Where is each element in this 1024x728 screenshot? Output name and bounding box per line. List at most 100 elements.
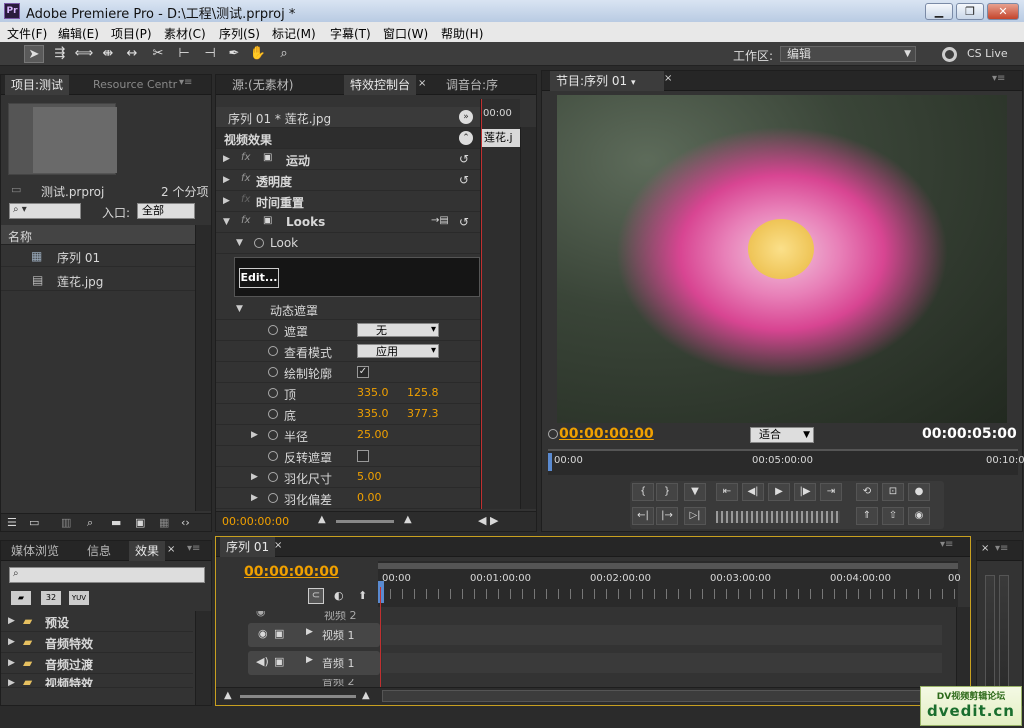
32bit-filter-icon[interactable]: 32 [41,591,61,605]
stopwatch-icon[interactable] [268,493,278,503]
mini-timeline[interactable]: 00:00 莲花.j [480,99,520,509]
stopwatch-icon[interactable] [268,451,278,461]
fx-badge[interactable]: fx [241,173,250,184]
step-forward-icon[interactable]: |▶ [794,483,816,501]
edit-button[interactable]: Edit... [239,268,279,288]
expand-triangle-icon[interactable]: ▶ [223,154,230,164]
play-in-to-out-icon[interactable]: ▷| [684,507,706,525]
set-marker-icon[interactable]: ⬆ [358,589,367,602]
tab-resource-central[interactable]: Resource Centr [87,75,183,95]
zoom-tool-icon[interactable]: ⌕ [274,45,294,63]
close-button[interactable]: ✕ [987,3,1019,20]
setup-icon[interactable]: →▤ [431,215,449,226]
mark-in-icon[interactable]: { [632,483,654,501]
export-frame-icon[interactable]: ◉ [908,507,930,525]
stopwatch-icon[interactable] [268,346,278,356]
ripple-edit-tool-icon[interactable]: ⟺ [74,45,94,63]
mask-dropdown[interactable]: 无 [357,323,439,337]
razor-tool-icon[interactable]: ✂ [148,45,168,63]
set-marker-icon[interactable]: ▼ [684,483,706,501]
tab-effects[interactable]: 效果 [129,541,166,561]
mark-out-icon[interactable]: } [656,483,678,501]
feather-value[interactable]: 5.00 [357,470,382,483]
yuv-filter-icon[interactable]: YUV [69,591,89,605]
zoom-in-icon[interactable]: ▲ [362,690,370,701]
slide-tool-icon[interactable]: ⊣ [200,45,220,63]
minimize-button[interactable]: ▁ [925,3,953,20]
reset-icon[interactable]: ↺ [459,173,469,187]
timeline-vscrollbar[interactable] [956,607,970,687]
rolling-edit-tool-icon[interactable]: ⇼ [98,45,118,63]
accelerated-effects-icon[interactable]: ▰ [11,591,31,605]
expand-triangle-icon[interactable]: ▼ [236,238,243,248]
bottom-x-value[interactable]: 335.0 [357,407,389,420]
expand-triangle-icon[interactable]: ▶ [223,175,230,185]
work-area-bar[interactable] [378,563,958,569]
top-y-value[interactable]: 125.8 [407,386,439,399]
go-next-marker-icon[interactable]: |→ [656,507,678,525]
fx-badge[interactable]: fx [241,215,250,226]
effect-row-opacity[interactable]: ▶ fx 透明度 ↺ [216,170,480,191]
expand-triangle-icon[interactable]: ▶ [251,430,258,440]
cs-live-label[interactable]: CS Live [967,47,1008,60]
list-item[interactable]: ▦ 序列 01 [1,246,195,267]
stopwatch-icon[interactable] [254,238,264,248]
tab-source[interactable]: 源:(无素材) [226,75,299,95]
panel-menu-icon[interactable]: ▾≡ [179,77,192,88]
effects-folder-item[interactable]: ▶ ▰ 音频过渡 [1,653,193,674]
effects-folder-item[interactable]: ▶ ▰ 音频特效 [1,632,193,653]
marker-icon[interactable] [548,429,558,439]
output-icon[interactable]: ● [908,483,930,501]
zoom-out-icon[interactable]: ▲ [318,514,326,525]
menu-title[interactable]: 字幕(T) [330,25,371,42]
new-bin-icon[interactable]: ▬ [111,516,121,529]
reset-icon[interactable]: ↺ [459,215,469,229]
bottom-y-value[interactable]: 377.3 [407,407,439,420]
step-back-icon[interactable]: ◀| [742,483,764,501]
effects-folder-item[interactable]: ▶ ▰ 预设 [1,611,193,632]
workspace-dropdown[interactable]: 编辑 ▼ [780,46,916,62]
menu-help[interactable]: 帮助(H) [441,25,483,42]
transform-icon[interactable]: ▣ [263,152,272,163]
track-select-tool-icon[interactable]: ⇶ [50,45,70,63]
tab-effect-controls[interactable]: 特效控制台 [344,75,417,95]
project-scrollbar[interactable] [195,225,211,511]
clip-bar[interactable]: 莲花.j [482,129,520,147]
hand-tool-icon[interactable]: ✋ [248,45,268,63]
go-prev-marker-icon[interactable]: ←| [632,507,654,525]
effects-folder-item[interactable]: ▶ ▰ 视频特效 [1,674,193,688]
collapse-icon[interactable]: ⌃ [459,131,473,145]
effects-timecode[interactable]: 00:00:00:00 [222,515,289,528]
expand-triangle-icon[interactable]: ▶ [251,493,258,503]
effect-row-motion[interactable]: ▶ fx ▣ 运动 ↺ [216,149,480,170]
feather-offset-value[interactable]: 0.00 [357,491,382,504]
panel-menu-icon[interactable]: ▾≡ [940,539,953,550]
effects-list-scrollbar[interactable] [195,611,211,705]
list-item[interactable]: ▤ 莲花.jpg [1,270,195,291]
slip-tool-icon[interactable]: ⊢ [174,45,194,63]
cs-live-icon[interactable] [942,47,957,62]
panel-menu-icon[interactable]: ▾≡ [992,73,1005,84]
lock-icon[interactable]: ▣ [274,627,284,640]
list-view-icon[interactable]: ☰ [7,516,17,529]
lock-icon[interactable]: ▣ [274,655,284,668]
go-to-out-icon[interactable]: ⇥ [820,483,842,501]
outline-checkbox[interactable]: ✓ [357,366,369,378]
close-icon[interactable]: × [167,544,175,555]
in-dropdown[interactable]: 全部 [137,203,195,219]
current-timecode[interactable]: 00:00:00:00 [559,426,654,442]
tab-program[interactable]: 节目:序列 01 ▾ [550,71,664,91]
delete-icon[interactable]: ▦ [159,516,169,529]
expand-triangle-icon[interactable]: ▶ [8,658,15,668]
menu-edit[interactable]: 编辑(E) [58,25,99,42]
eye-icon[interactable]: ◉ [256,611,266,618]
expand-triangle-icon[interactable]: ▶ [306,627,313,637]
close-icon[interactable]: × [274,540,282,551]
video-1-track-area[interactable] [382,625,942,645]
panel-menu-icon[interactable]: ▾≡ [187,543,200,554]
maximize-button[interactable]: ❐ [956,3,984,20]
zoom-out-icon[interactable]: ▲ [224,690,232,701]
set-encore-marker-icon[interactable]: ◐ [334,589,344,602]
expand-triangle-icon[interactable]: ▶ [223,196,230,206]
play-icon[interactable]: ▶ [768,483,790,501]
